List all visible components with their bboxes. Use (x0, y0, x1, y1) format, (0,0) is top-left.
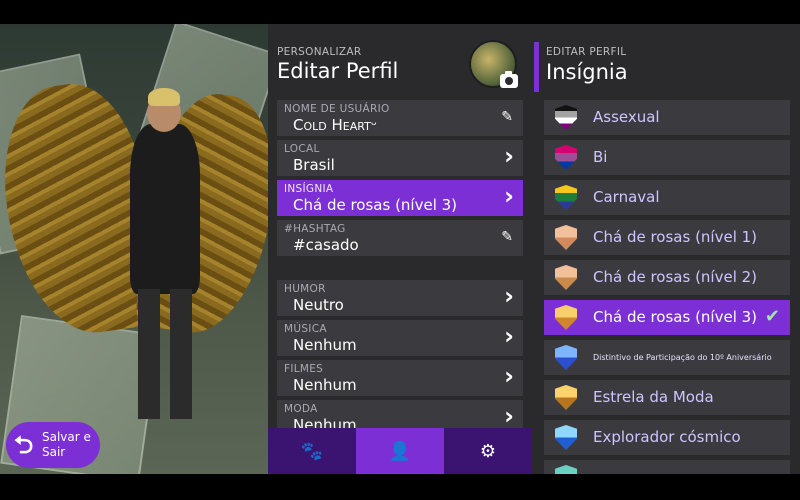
badge-name: Assexual (593, 108, 660, 126)
avatar-leg (138, 289, 160, 419)
field-value: #casado (293, 236, 359, 254)
tab-person[interactable]: 👤 (356, 428, 444, 474)
panel-overline: EDITAR PERFIL (546, 46, 627, 58)
field-label: FILMES (284, 363, 324, 375)
chevron-right-icon[interactable]: › (504, 362, 514, 390)
letterbox-bottom (0, 474, 800, 500)
sliders-icon: ⚙ (479, 440, 497, 462)
avatar-hair (148, 88, 180, 106)
back-arrow-icon: ⮌ (14, 431, 34, 459)
badge-shield-icon (555, 465, 577, 474)
badge-item[interactable]: Carnaval (544, 180, 790, 215)
badge-shield-icon (555, 425, 577, 450)
chevron-right-icon[interactable]: › (504, 282, 514, 310)
badge-name: Carnaval (593, 188, 660, 206)
chevron-right-icon[interactable]: › (504, 322, 514, 350)
profile-field-insígnia[interactable]: INSÍGNIA Chá de rosas (nível 3) › (277, 180, 523, 216)
badge-shield-icon (555, 265, 577, 290)
field-value: Brasil (293, 156, 335, 174)
badge-panel: EDITAR PERFIL Insígnia Assexual Bi Carnava… (532, 24, 800, 474)
profile-field-nome-de-usuário[interactable]: NOME DE USUÁRIO Cold Heartᵕ ✎ (277, 100, 523, 136)
field-value: Cold Heartᵕ (293, 116, 378, 134)
badge-shield-icon (555, 305, 577, 330)
badge-name: Explorador cósmico (593, 428, 741, 446)
checkmark-icon: ✔ (764, 306, 780, 327)
avatar-body (130, 124, 200, 294)
field-label: NOME DE USUÁRIO (284, 103, 390, 115)
edit-profile-panel: PERSONALIZAR Editar Perfil NOME DE USUÁR… (268, 24, 532, 474)
badge-item[interactable]: Bi (544, 140, 790, 175)
pencil-icon[interactable]: ✎ (501, 229, 513, 245)
field-value: Neutro (293, 296, 344, 314)
page-title: Editar Perfil (277, 59, 399, 83)
badge-item[interactable]: Chá de rosas (nível 2) (544, 260, 790, 295)
field-value: Nenhum (293, 376, 357, 394)
profile-field-filmes[interactable]: FILMES Nenhum › (277, 360, 523, 396)
badge-item[interactable]: Explorador cósmico (544, 420, 790, 455)
field-label: #HASHTAG (284, 223, 346, 235)
field-label: MODA (284, 403, 318, 415)
badge-item[interactable]: Chá de rosas (nível 1) (544, 220, 790, 255)
badge-name: Chá de rosas (nível 3) (593, 308, 758, 326)
badge-name: Bi (593, 148, 608, 166)
badge-item[interactable]: Estrela da Moda (544, 380, 790, 415)
profile-field-local[interactable]: LOCAL Brasil › (277, 140, 523, 176)
field-value: Chá de rosas (nível 3) (293, 196, 458, 214)
badge-shield-icon (555, 105, 577, 130)
badge-item[interactable]: Distintivo de Participação do 10º Aniver… (544, 340, 790, 375)
header-accent-bar (534, 42, 539, 92)
chevron-right-icon[interactable]: › (504, 142, 514, 170)
photo-paw-icon: 🐾 (300, 440, 324, 462)
profile-field-#hashtag[interactable]: #HASHTAG #casado ✎ (277, 220, 523, 256)
field-label: HUMOR (284, 283, 326, 295)
profile-field-humor[interactable]: HUMOR Neutro › (277, 280, 523, 316)
badge-item[interactable]: Chá de rosas (nível 3) ✔ (544, 300, 790, 335)
badge-shield-icon (555, 185, 577, 210)
tab-photo-paw[interactable]: 🐾 (268, 428, 356, 474)
badge-name: Chá de rosas (nível 1) (593, 228, 758, 246)
letterbox-top (0, 0, 800, 24)
panel-overline: PERSONALIZAR (277, 46, 362, 58)
field-value: Nenhum (293, 336, 357, 354)
badge-shield-icon (555, 225, 577, 250)
badge-shield-icon (555, 385, 577, 410)
save-exit-button[interactable]: ⮌ Salvar e Sair (6, 422, 100, 468)
badge-item[interactable]: Assexual (544, 100, 790, 135)
edit-profile-tabbar: 🐾 👤 ⚙ (268, 428, 532, 474)
badge-name: Distintivo de Participação do 10º Aniver… (593, 353, 772, 362)
avatar-leg (170, 289, 192, 419)
field-label: INSÍGNIA (284, 183, 334, 195)
tab-sliders[interactable]: ⚙ (444, 428, 532, 474)
camera-icon[interactable] (500, 71, 518, 88)
chevron-right-icon[interactable]: › (504, 182, 514, 210)
badge-shield-icon (555, 145, 577, 170)
edit-profile-header: PERSONALIZAR Editar Perfil (268, 24, 532, 92)
badge-name: Chá de rosas (nível 2) (593, 268, 758, 286)
badge-name: Estrela da Moda (593, 388, 714, 406)
pencil-icon[interactable]: ✎ (501, 109, 513, 125)
page-title: Insígnia (546, 60, 628, 84)
field-label: LOCAL (284, 143, 320, 155)
field-label: MÚSICA (284, 323, 327, 335)
badge-item[interactable] (544, 460, 790, 474)
badge-shield-icon (555, 345, 577, 370)
save-exit-label: Salvar e Sair (42, 430, 91, 459)
person-icon: 👤 (388, 440, 412, 462)
chevron-right-icon[interactable]: › (504, 402, 514, 430)
avatar-scene: ⮌ Salvar e Sair (0, 24, 268, 474)
profile-field-música[interactable]: MÚSICA Nenhum › (277, 320, 523, 356)
